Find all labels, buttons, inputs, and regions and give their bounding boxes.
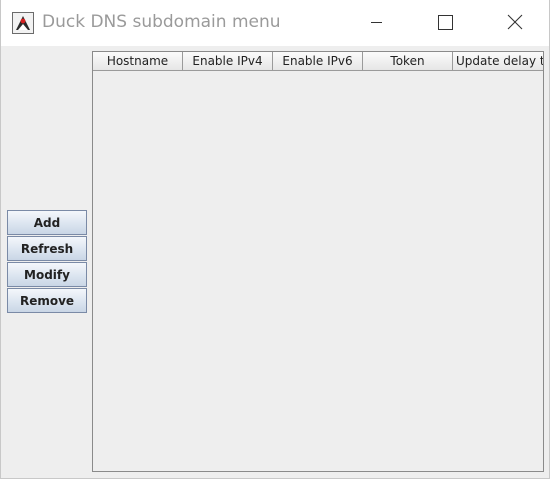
app-window: Duck DNS subdomain menu Add Refresh Modi… — [0, 0, 550, 479]
java-duke-icon — [12, 12, 34, 34]
table-header: Hostname Enable IPv4 Enable IPv6 Token U… — [93, 52, 543, 71]
remove-button[interactable]: Remove — [7, 288, 87, 313]
column-header-enable-ipv4[interactable]: Enable IPv4 — [183, 52, 273, 71]
maximize-icon — [438, 15, 453, 30]
column-header-update-delay[interactable]: Update delay t... — [453, 52, 543, 71]
minimize-icon — [371, 22, 382, 23]
modify-button[interactable]: Modify — [7, 262, 87, 287]
refresh-button[interactable]: Refresh — [7, 236, 87, 261]
column-header-token[interactable]: Token — [363, 52, 453, 71]
column-header-enable-ipv6[interactable]: Enable IPv6 — [273, 52, 363, 71]
title-bar[interactable]: Duck DNS subdomain menu — [1, 0, 549, 46]
add-button[interactable]: Add — [7, 210, 87, 235]
column-header-hostname[interactable]: Hostname — [93, 52, 183, 71]
maximize-button[interactable] — [421, 8, 467, 38]
subdomain-table[interactable]: Hostname Enable IPv4 Enable IPv6 Token U… — [92, 51, 544, 472]
close-icon — [507, 14, 523, 30]
window-title: Duck DNS subdomain menu — [42, 12, 281, 32]
close-button[interactable] — [491, 8, 537, 38]
minimize-button[interactable] — [353, 8, 399, 38]
